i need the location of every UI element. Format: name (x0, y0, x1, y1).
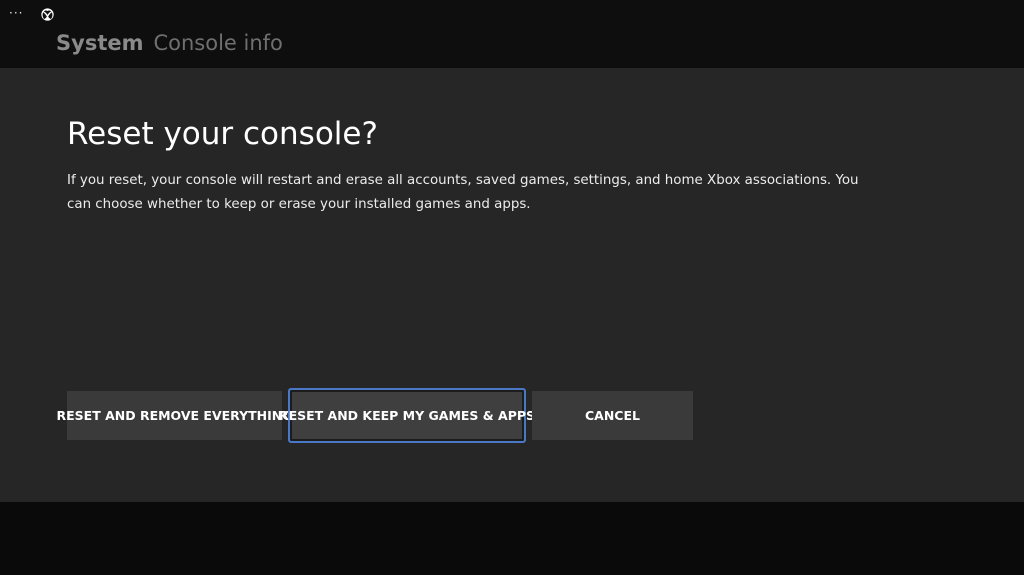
reset-keep-games-apps-button[interactable]: RESET AND KEEP MY GAMES & APPS (279, 388, 535, 443)
dialog-description: If you reset, your console will restart … (67, 173, 859, 212)
cancel-button[interactable]: CANCEL (532, 391, 693, 440)
top-bar: ··· System Console info (0, 0, 1024, 68)
xbox-logo-icon[interactable] (41, 8, 54, 21)
breadcrumb-section: System (56, 31, 144, 55)
bottom-bar (0, 502, 1024, 575)
page-title: System Console info (56, 28, 283, 58)
reset-console-dialog: Reset your console? If you reset, your c… (0, 68, 1024, 502)
xbox-settings-screen: ··· System Console info Reset your consol… (0, 0, 1024, 575)
more-options-icon[interactable]: ··· (9, 4, 23, 22)
reset-remove-everything-button[interactable]: RESET AND REMOVE EVERYTHING (57, 391, 293, 440)
dialog-title: Reset your console? (67, 116, 378, 152)
breadcrumb-page: Console info (153, 31, 283, 55)
